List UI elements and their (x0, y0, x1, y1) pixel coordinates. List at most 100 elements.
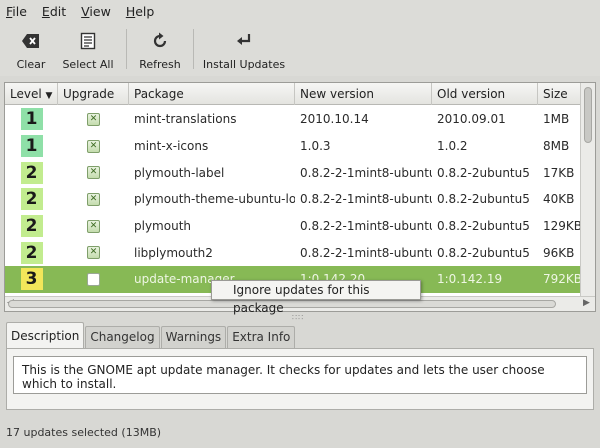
select-all-button-label: Select All (62, 58, 114, 71)
table-row[interactable]: 2 ✕ plymouth 0.8.2-2-1mint8-ubuntu5 0.8.2-2u… (5, 212, 581, 240)
level-cell: 3 (5, 266, 58, 293)
context-menu: Ignore updates for this package (211, 280, 421, 315)
vertical-scrollbar-thumb[interactable] (584, 87, 592, 143)
upgrade-checkbox[interactable]: ✕ (87, 112, 100, 126)
new-version-cell: 0.8.2-2-1mint8-ubuntu5 (300, 245, 432, 260)
table-row[interactable]: 1 ✕ mint-x-icons 1.0.3 1.0.2 8MB (5, 132, 581, 160)
column-header-package[interactable]: Package (129, 83, 295, 105)
details-notebook: Description Changelog Warnings Extra Inf… (6, 322, 594, 410)
clear-icon (21, 32, 41, 50)
column-header-old-version[interactable]: Old version (432, 83, 538, 105)
size-cell: 96KB (543, 245, 575, 260)
clear-button-label: Clear (16, 58, 46, 71)
select-all-icon (78, 32, 98, 50)
size-cell: 40KB (543, 192, 575, 207)
level-cell: 1 (5, 106, 58, 133)
package-cell: plymouth-theme-ubuntu-logo (134, 192, 295, 207)
level-badge: 2 (20, 241, 43, 264)
toolbar-separator (126, 29, 127, 69)
size-cell: 1MB (543, 112, 570, 127)
menu-view[interactable]: View (81, 4, 111, 19)
tab-description[interactable]: Description (6, 322, 85, 348)
ignore-updates-menu-item[interactable]: Ignore updates for this package (233, 281, 420, 317)
upgrade-cell: ✕ (58, 213, 129, 240)
level-badge: 1 (20, 135, 43, 158)
size-cell: 17KB (543, 165, 575, 180)
upgrade-cell: ✕ (58, 239, 129, 266)
package-cell: libplymouth2 (134, 245, 213, 260)
old-version-cell: 1.0.2 (437, 139, 468, 154)
level-cell: 2 (5, 213, 58, 240)
level-cell: 2 (5, 186, 58, 213)
upgrade-cell: ✕ (58, 133, 129, 160)
upgrade-cell: ✕ (58, 186, 129, 213)
upgrade-checkbox[interactable]: ✕ (87, 139, 100, 153)
menu-help-label: elp (135, 3, 155, 19)
package-cell: mint-translations (134, 112, 237, 127)
description-text: This is the GNOME apt update manager. It… (13, 356, 587, 394)
upgrade-checkbox[interactable]: ✕ (87, 166, 100, 180)
column-header-upgrade[interactable]: Upgrade (58, 83, 129, 105)
new-version-cell: 2010.10.14 (300, 112, 369, 127)
column-header-new-version[interactable]: New version (295, 83, 432, 105)
size-cell: 792KB (543, 272, 581, 287)
status-bar: 17 updates selected (13MB) (6, 426, 162, 439)
new-version-cell: 0.8.2-2-1mint8-ubuntu5 (300, 219, 432, 234)
new-version-cell: 0.8.2-2-1mint8-ubuntu5 (300, 192, 432, 207)
vertical-scrollbar[interactable] (580, 83, 595, 296)
refresh-icon (150, 32, 170, 50)
clear-button[interactable]: Clear (6, 22, 56, 76)
table-row[interactable]: 2 ✕ plymouth-theme-ubuntu-logo 0.8.2-2-1min… (5, 186, 581, 213)
upgrade-cell: ✕ (58, 106, 129, 133)
size-cell: 129KB (543, 219, 581, 234)
level-cell: 2 (5, 159, 58, 186)
table-row[interactable]: 2 ✕ libplymouth2 0.8.2-2-1mint8-ubuntu5 0.8.… (5, 239, 581, 267)
menu-edit-label: dit (49, 3, 67, 19)
refresh-button-label: Refresh (139, 58, 181, 71)
upgrade-checkbox[interactable]: ✕ (87, 246, 100, 260)
menu-edit[interactable]: Edit (42, 4, 66, 19)
toolbar-separator (193, 29, 194, 69)
menu-file[interactable]: File (6, 4, 27, 19)
upgrade-checkbox[interactable]: ✕ (87, 219, 100, 233)
column-header-level-label: Level (10, 87, 42, 101)
menu-help[interactable]: Help (126, 4, 155, 19)
level-cell: 1 (5, 133, 58, 160)
tab-changelog[interactable]: Changelog (85, 326, 160, 348)
package-cell: mint-x-icons (134, 139, 209, 154)
level-badge: 3 (20, 268, 43, 291)
old-version-cell: 2010.09.01 (437, 112, 506, 127)
menu-help-mnemonic: H (125, 3, 136, 19)
level-badge: 2 (20, 188, 43, 211)
tab-warnings[interactable]: Warnings (160, 326, 227, 348)
select-all-button[interactable]: Select All (56, 22, 120, 76)
level-badge: 1 (20, 108, 43, 131)
install-updates-button[interactable]: Install Updates (200, 22, 288, 76)
menu-edit-mnemonic: E (41, 3, 50, 19)
menubar: File Edit View Help (0, 0, 600, 22)
table-row[interactable]: 1 ✕ mint-translations 2010.10.14 2010.09.01 1… (5, 106, 581, 133)
tab-extra-info[interactable]: Extra Info (227, 326, 296, 348)
old-version-cell: 0.8.2-2ubuntu5 (437, 192, 530, 207)
pane-grip-icon[interactable]: ∷∷ (292, 313, 304, 322)
level-cell: 2 (5, 239, 58, 266)
upgrade-checkbox[interactable] (87, 272, 100, 286)
upgrade-checkbox[interactable]: ✕ (87, 192, 100, 206)
column-header-size[interactable]: Size (538, 83, 581, 105)
column-header-level[interactable]: Level ▼ (5, 83, 58, 105)
upgrade-cell (58, 266, 129, 293)
upgrade-cell: ✕ (58, 159, 129, 186)
refresh-button[interactable]: Refresh (133, 22, 187, 76)
table-body: 1 ✕ mint-translations 2010.10.14 2010.09.01 1… (5, 106, 581, 293)
tab-panel: This is the GNOME apt update manager. It… (6, 348, 594, 410)
old-version-cell: 0.8.2-2ubuntu5 (437, 245, 530, 260)
table-row[interactable]: 2 ✕ plymouth-label 0.8.2-2-1mint8-ubuntu5 0.… (5, 159, 581, 187)
new-version-cell: 0.8.2-2-1mint8-ubuntu5 (300, 165, 432, 180)
scroll-right-icon[interactable]: ▶ (583, 298, 590, 308)
old-version-cell: 1:0.142.19 (437, 272, 503, 287)
size-cell: 8MB (543, 139, 570, 154)
menu-view-label: iew (89, 3, 111, 19)
new-version-cell: 1.0.3 (300, 139, 331, 154)
table-header: Level ▼ Upgrade Package New version Old … (5, 83, 581, 105)
toolbar: Clear Select All Refresh Install Updates (0, 22, 600, 76)
